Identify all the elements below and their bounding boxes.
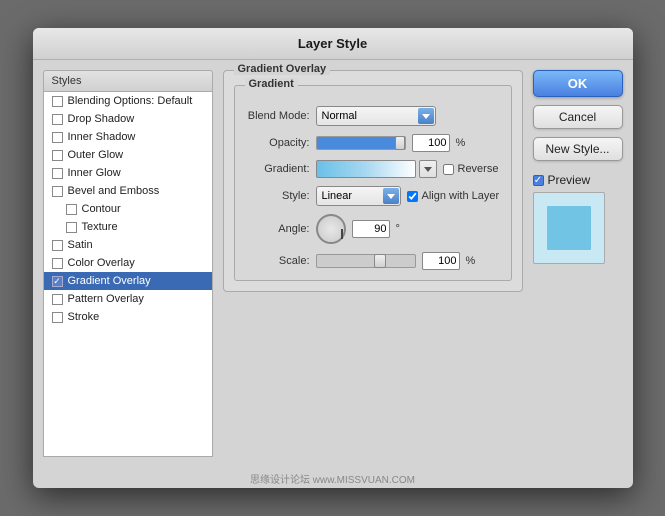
blend-mode-row: Blend Mode: Normal Multiply Screen Overl…	[245, 106, 501, 126]
label-outer-glow: Outer Glow	[68, 149, 124, 161]
styles-list: Blending Options: Default Drop Shadow In…	[43, 92, 213, 457]
gradient-dropdown-button[interactable]	[419, 160, 437, 178]
opacity-percent: %	[456, 137, 466, 149]
list-item-texture[interactable]: Texture	[44, 218, 212, 236]
preview-label: Preview	[548, 173, 591, 187]
gradient-label: Gradient:	[245, 163, 310, 175]
gradient-row: Gradient: Reverse	[245, 160, 501, 178]
label-inner-glow: Inner Glow	[68, 167, 121, 179]
scale-percent: %	[466, 255, 476, 267]
gradient-overlay-group: Gradient Overlay Gradient Blend Mode: No…	[223, 70, 523, 292]
label-color-overlay: Color Overlay	[68, 257, 135, 269]
label-stroke: Stroke	[68, 311, 100, 323]
checkbox-texture[interactable]	[66, 222, 77, 233]
angle-label: Angle:	[245, 223, 310, 235]
align-layer-checkbox[interactable]	[407, 191, 418, 202]
checkbox-drop-shadow[interactable]	[52, 114, 63, 125]
angle-value-field[interactable]	[352, 220, 390, 238]
checkbox-color-overlay[interactable]	[52, 258, 63, 269]
list-item-gradient-overlay[interactable]: ✓ Gradient Overlay	[44, 272, 212, 290]
label-contour: Contour	[82, 203, 121, 215]
scale-slider[interactable]	[316, 254, 416, 268]
label-blending: Blending Options: Default	[68, 95, 193, 107]
gradient-overlay-title: Gradient Overlay	[234, 63, 331, 75]
checkbox-pattern-overlay[interactable]	[52, 294, 63, 305]
preview-section: ✓ Preview	[533, 173, 623, 264]
list-item-stroke[interactable]: Stroke	[44, 308, 212, 326]
style-select-wrapper: Linear Radial Angle Reflected Diamond	[316, 186, 401, 206]
gradient-preview[interactable]	[316, 160, 416, 178]
style-label: Style:	[245, 190, 310, 202]
checkbox-gradient-overlay[interactable]: ✓	[52, 276, 63, 287]
label-bevel-emboss: Bevel and Emboss	[68, 185, 160, 197]
list-item-color-overlay[interactable]: Color Overlay	[44, 254, 212, 272]
checkbox-satin[interactable]	[52, 240, 63, 251]
gradient-inner-title: Gradient	[245, 78, 298, 90]
angle-row: Angle: °	[245, 214, 501, 244]
scale-row: Scale: %	[245, 252, 501, 270]
reverse-label: Reverse	[458, 163, 499, 175]
checkbox-blending[interactable]	[52, 96, 63, 107]
list-item-satin[interactable]: Satin	[44, 236, 212, 254]
preview-label-row: ✓ Preview	[533, 173, 591, 187]
right-panel: OK Cancel New Style... ✓ Preview	[533, 70, 623, 457]
list-item-bevel-emboss[interactable]: Bevel and Emboss	[44, 182, 212, 200]
reverse-checkbox[interactable]	[443, 164, 454, 175]
list-item-inner-glow[interactable]: Inner Glow	[44, 164, 212, 182]
list-item-outer-glow[interactable]: Outer Glow	[44, 146, 212, 164]
label-drop-shadow: Drop Shadow	[68, 113, 135, 125]
watermark: 思缘设计论坛 www.MISSVUAN.COM	[33, 467, 633, 488]
list-item-blending-options[interactable]: Blending Options: Default	[44, 92, 212, 110]
layer-style-dialog: Layer Style Styles Blending Options: Def…	[33, 28, 633, 488]
blend-mode-label: Blend Mode:	[245, 110, 310, 122]
list-item-inner-shadow[interactable]: Inner Shadow	[44, 128, 212, 146]
cancel-button[interactable]: Cancel	[533, 105, 623, 129]
style-row: Style: Linear Radial Angle Reflected Dia…	[245, 186, 501, 206]
dialog-body: Styles Blending Options: Default Drop Sh…	[33, 60, 633, 467]
checkbox-inner-glow[interactable]	[52, 168, 63, 179]
styles-header: Styles	[43, 70, 213, 92]
label-gradient-overlay: Gradient Overlay	[68, 275, 151, 287]
opacity-row: Opacity: %	[245, 134, 501, 152]
label-inner-shadow: Inner Shadow	[68, 131, 136, 143]
gradient-inner-group: Gradient Blend Mode: Normal Multiply Scr…	[234, 85, 512, 281]
scale-value-field[interactable]	[422, 252, 460, 270]
opacity-value-field[interactable]	[412, 134, 450, 152]
degree-symbol: °	[396, 223, 400, 235]
scale-label: Scale:	[245, 255, 310, 267]
dialog-title: Layer Style	[33, 28, 633, 60]
reverse-checkbox-label[interactable]: Reverse	[443, 163, 499, 175]
checkbox-outer-glow[interactable]	[52, 150, 63, 161]
preview-box	[533, 192, 605, 264]
gradient-inner-content: Blend Mode: Normal Multiply Screen Overl…	[235, 100, 511, 280]
angle-dial-indicator	[341, 229, 343, 239]
angle-dial[interactable]	[316, 214, 346, 244]
preview-checkbox[interactable]: ✓	[533, 175, 544, 186]
gradient-wrapper	[316, 160, 437, 178]
new-style-button[interactable]: New Style...	[533, 137, 623, 161]
opacity-slider[interactable]	[316, 136, 406, 150]
label-pattern-overlay: Pattern Overlay	[68, 293, 144, 305]
list-item-pattern-overlay[interactable]: Pattern Overlay	[44, 290, 212, 308]
middle-panel: Gradient Overlay Gradient Blend Mode: No…	[223, 70, 523, 457]
left-panel: Styles Blending Options: Default Drop Sh…	[43, 70, 213, 457]
opacity-label: Opacity:	[245, 137, 310, 149]
style-select[interactable]: Linear Radial Angle Reflected Diamond	[316, 186, 401, 206]
label-texture: Texture	[82, 221, 118, 233]
checkbox-inner-shadow[interactable]	[52, 132, 63, 143]
align-layer-checkbox-label[interactable]: Align with Layer	[407, 190, 500, 202]
label-satin: Satin	[68, 239, 93, 251]
preview-inner	[547, 206, 591, 250]
ok-button[interactable]: OK	[533, 70, 623, 97]
blend-mode-select[interactable]: Normal Multiply Screen Overlay	[316, 106, 436, 126]
checkbox-bevel-emboss[interactable]	[52, 186, 63, 197]
checkbox-stroke[interactable]	[52, 312, 63, 323]
list-item-contour[interactable]: Contour	[44, 200, 212, 218]
list-item-drop-shadow[interactable]: Drop Shadow	[44, 110, 212, 128]
checkbox-contour[interactable]	[66, 204, 77, 215]
align-layer-label: Align with Layer	[422, 190, 500, 202]
blend-mode-select-wrapper: Normal Multiply Screen Overlay	[316, 106, 436, 126]
